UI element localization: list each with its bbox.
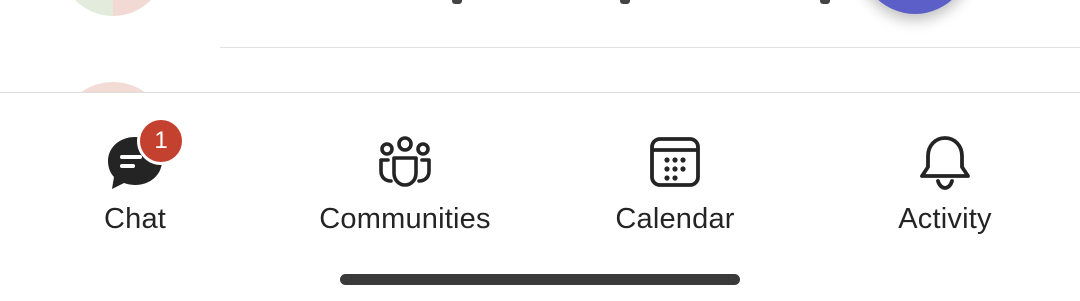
app-frame: 1 Chat Communities Calendar Activity [0,0,1080,301]
nav-item-chat[interactable]: 1 Chat [0,93,270,253]
unread-badge: 1 [137,117,185,165]
bottom-nav: 1 Chat Communities Calendar Activity [0,92,1080,301]
nav-item-calendar[interactable]: Calendar [540,93,810,253]
calendar-icon [645,133,705,193]
nav-label-communities: Communities [319,203,491,235]
nav-label-activity: Activity [898,203,992,235]
bell-icon [915,133,975,193]
nav-item-activity[interactable]: Activity [810,93,1080,253]
home-indicator[interactable] [340,274,740,285]
communities-icon [375,133,435,193]
nav-item-communities[interactable]: Communities [270,93,540,253]
list-divider [220,47,1080,48]
nav-label-chat: Chat [103,203,167,235]
nav-label-calendar: Calendar [615,203,735,235]
